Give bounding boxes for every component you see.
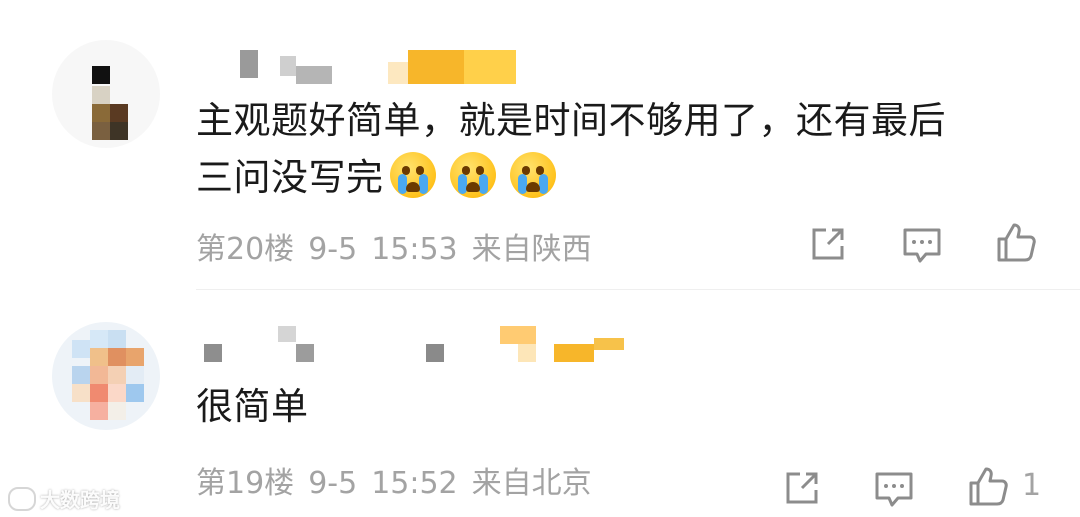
comment-text: 主观题好简单，就是时间不够用了，还有最后 三问没写完 — [196, 92, 1056, 206]
comment-text-line1: 很简单 — [196, 385, 309, 428]
loudly-crying-face-icon — [509, 152, 556, 198]
comment-actions: 1 — [0, 464, 1080, 512]
comment-item: 主观题好简单，就是时间不够用了，还有最后 三问没写完 第20楼 9-5 15:53 来… — [0, 0, 1080, 290]
username-redacted[interactable] — [200, 46, 700, 86]
comment-text: 很简单 — [196, 378, 1056, 435]
comment-item: 很简单 第19楼 9-5 15:52 来自北京 1 — [0, 290, 1080, 517]
comment-text-line2-text: 三问没写完 — [196, 156, 384, 199]
avatar[interactable] — [52, 40, 160, 148]
bubble-logo-icon — [8, 487, 36, 511]
like-icon[interactable] — [994, 220, 1038, 264]
share-icon[interactable] — [780, 466, 824, 510]
comment-text-line2: 三问没写完 — [196, 149, 1056, 206]
username-redacted[interactable] — [200, 326, 700, 366]
loudly-crying-face-icon — [389, 152, 436, 198]
watermark-text: 大数跨境 — [40, 488, 120, 512]
avatar-pixel — [92, 122, 110, 140]
avatar-pixel — [92, 104, 110, 122]
comment-text-line1: 主观题好简单，就是时间不够用了，还有最后 — [196, 99, 946, 142]
comment-icon[interactable] — [872, 466, 916, 510]
avatar-pixel — [92, 86, 110, 104]
like-count: 1 — [1022, 468, 1042, 503]
comment-actions — [0, 220, 1080, 268]
loudly-crying-face-icon — [449, 152, 496, 198]
avatar-pixel — [92, 66, 110, 84]
avatar-pixel — [110, 104, 128, 122]
comment-icon[interactable] — [900, 222, 944, 266]
avatar-pixel — [110, 122, 128, 140]
share-icon[interactable] — [806, 222, 850, 266]
like-icon[interactable] — [966, 464, 1010, 508]
avatar[interactable] — [52, 322, 160, 430]
watermark: 大数跨境 — [8, 484, 120, 512]
